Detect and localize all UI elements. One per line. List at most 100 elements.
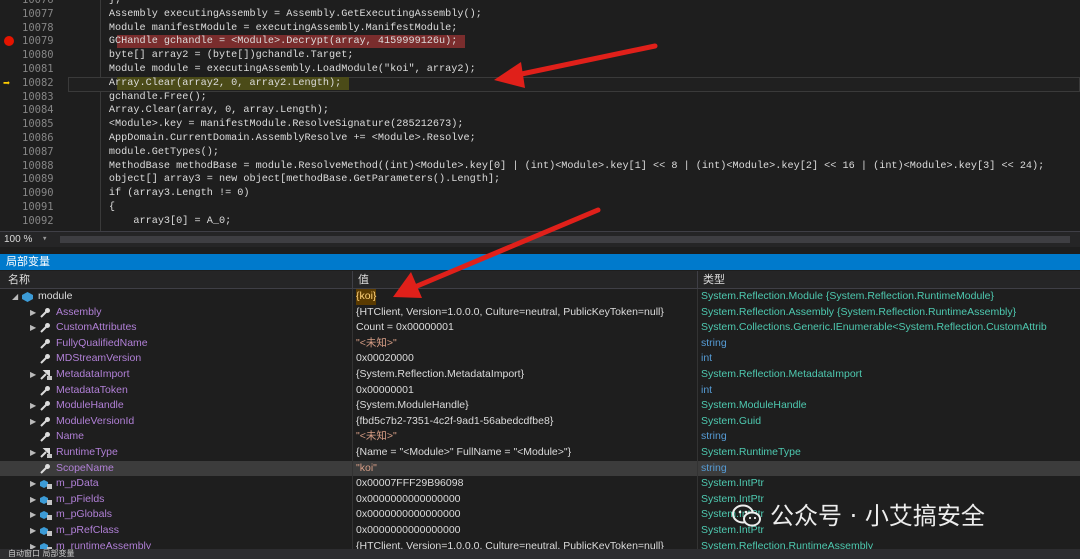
locals-row[interactable]: ▶ m_pData 0x00007FFF29B96098 System.IntPtr — [0, 476, 1080, 492]
expand-icon[interactable]: ▶ — [30, 320, 36, 336]
code-text[interactable]: object[] array3 = new object[methodBase.… — [60, 173, 500, 187]
code-text[interactable]: MethodBase methodBase = module.ResolveMe… — [60, 160, 1044, 174]
code-line[interactable]: 10085 <Module>.key = manifestModule.Reso… — [0, 118, 1080, 132]
variable-value[interactable]: "koi" — [356, 461, 377, 477]
code-text[interactable]: <Module>.key = manifestModule.ResolveSig… — [60, 118, 464, 132]
code-line[interactable]: ➡ 10082 Array.Clear(array2, 0, array2.Len… — [0, 76, 1080, 92]
locals-row[interactable]: ▶ RuntimeType {Name = "<Module>" FullName … — [0, 445, 1080, 461]
locals-row[interactable]: ◢ module {koi} System.Reflection.Module {Sy… — [0, 289, 1080, 305]
code-text[interactable]: Array.Clear(array, 0, array.Length); — [60, 104, 329, 118]
line-number: 10085 — [22, 118, 54, 131]
variable-value[interactable]: 0x0000000000000000 — [356, 507, 461, 523]
expand-icon[interactable]: ▶ — [30, 398, 36, 414]
expand-icon[interactable]: ▶ — [30, 492, 36, 508]
field-icon — [40, 526, 52, 536]
code-line[interactable]: 10077 Assembly executingAssembly = Assem… — [0, 8, 1080, 22]
code-line[interactable]: 10092 array3[0] = A_0; — [0, 215, 1080, 229]
column-divider[interactable] — [697, 271, 698, 288]
code-text[interactable]: AppDomain.CurrentDomain.AssemblyResolve … — [60, 132, 476, 146]
variable-value[interactable]: 0x00007FFF29B96098 — [356, 476, 463, 492]
code-line[interactable]: 10079 GCHandle gchandle = <Module>.Decry… — [0, 35, 1080, 49]
code-line[interactable]: 10091 { — [0, 201, 1080, 215]
code-line[interactable]: 10080 byte[] array2 = (byte[])gchandle.T… — [0, 49, 1080, 63]
variable-value[interactable]: "<未知>" — [356, 336, 397, 352]
column-divider — [352, 507, 353, 523]
column-divider — [697, 476, 698, 492]
column-divider — [697, 413, 698, 430]
variable-type: string — [701, 461, 727, 474]
expand-icon[interactable]: ▶ — [30, 445, 36, 461]
locals-row[interactable]: ScopeName "koi" string — [0, 460, 1080, 477]
variable-value[interactable]: 0x00020000 — [356, 351, 414, 367]
code-text[interactable]: Assembly executingAssembly = Assembly.Ge… — [60, 8, 482, 22]
column-header-value[interactable]: 值 — [358, 271, 369, 288]
code-text[interactable]: module.GetTypes(); — [60, 146, 219, 160]
locals-row[interactable]: ▶ Assembly {HTClient, Version=1.0.0.0, Cul… — [0, 304, 1080, 321]
expand-icon[interactable]: ▶ — [30, 414, 36, 430]
variable-value[interactable]: Count = 0x00000001 — [356, 320, 454, 336]
code-editor[interactable]: 10076 }; 10077 Assembly executingAssembly… — [0, 0, 1080, 231]
variable-name: MetadataImport — [56, 368, 130, 380]
locals-row[interactable]: MDStreamVersion 0x00020000 int — [0, 351, 1080, 367]
column-header-name[interactable]: 名称 — [8, 271, 30, 288]
column-divider — [352, 335, 353, 352]
expand-icon[interactable]: ▶ — [30, 305, 36, 321]
expand-icon[interactable]: ▶ — [30, 507, 36, 523]
locals-row[interactable]: ▶ ModuleHandle {System.ModuleHandle} System… — [0, 398, 1080, 414]
breakpoint-icon[interactable] — [4, 36, 14, 47]
code-line[interactable]: 10081 Module module = executingAssembly.… — [0, 63, 1080, 77]
variable-value[interactable]: "<未知>" — [356, 429, 397, 445]
variable-value[interactable]: {fbd5c7b2-7351-4c2f-9ad1-56abedcdfbe8} — [356, 414, 553, 430]
variable-value[interactable]: {Name = "<Module>" FullName = "<Module>"… — [356, 445, 571, 461]
line-number: 10078 — [22, 21, 54, 34]
variable-value[interactable]: {HTClient, Version=1.0.0.0, Culture=neut… — [356, 305, 664, 321]
code-text[interactable]: { — [60, 201, 115, 215]
expand-icon[interactable]: ▶ — [30, 367, 36, 383]
locals-window-title[interactable]: 局部变量 — [0, 254, 1080, 270]
horizontal-scrollbar[interactable] — [60, 236, 1070, 243]
locals-row[interactable]: MetadataToken 0x00000001 int — [0, 382, 1080, 399]
variable-name: ModuleVersionId — [56, 414, 135, 427]
variable-value[interactable]: 0x00000001 — [356, 383, 414, 399]
code-line[interactable]: 10090 if (array3.Length != 0) — [0, 187, 1080, 201]
code-text[interactable]: array3[0] = A_0; — [60, 215, 231, 229]
locals-row[interactable]: ▶ ModuleVersionId {fbd5c7b2-7351-4c2f-9ad1… — [0, 413, 1080, 430]
code-line[interactable]: 10087 module.GetTypes(); — [0, 146, 1080, 160]
code-line[interactable]: 10083 gchandle.Free(); — [0, 91, 1080, 105]
code-line[interactable]: 10084 Array.Clear(array, 0, array.Length… — [0, 104, 1080, 118]
code-text[interactable]: byte[] array2 = (byte[])gchandle.Target; — [60, 49, 354, 63]
code-text[interactable]: Array.Clear(array2, 0, array2.Length); — [60, 77, 341, 91]
expand-icon[interactable]: ▶ — [30, 523, 36, 539]
locals-row[interactable]: Name "<未知>" string — [0, 429, 1080, 445]
expand-icon[interactable]: ▶ — [30, 476, 36, 492]
variable-value[interactable]: {koi} — [356, 289, 377, 305]
variable-value[interactable]: {System.Reflection.MetadataImport} — [356, 367, 524, 383]
locals-row[interactable]: ▶ MetadataImport {System.Reflection.Metada… — [0, 367, 1080, 383]
instruction-pointer-icon[interactable]: ➡ — [3, 76, 10, 90]
code-line[interactable]: 10076 }; — [0, 0, 1080, 8]
zoom-level[interactable]: 100 % — [4, 232, 32, 247]
column-divider[interactable] — [352, 271, 353, 288]
zoom-dropdown-icon[interactable]: ▾ — [42, 232, 47, 247]
column-header-type[interactable]: 类型 — [703, 271, 725, 288]
locals-row[interactable]: FullyQualifiedName "<未知>" string — [0, 335, 1080, 352]
variable-value[interactable]: {System.ModuleHandle} — [356, 398, 469, 414]
column-divider — [697, 289, 698, 305]
code-text[interactable]: gchandle.Free(); — [60, 91, 207, 105]
code-text[interactable]: GCHandle gchandle = <Module>.Decrypt(arr… — [60, 35, 457, 49]
code-text[interactable]: Module module = executingAssembly.LoadMo… — [60, 63, 476, 77]
collapse-icon[interactable]: ◢ — [12, 289, 18, 305]
code-line[interactable]: 10086 AppDomain.CurrentDomain.AssemblyRe… — [0, 132, 1080, 146]
code-text[interactable]: if (array3.Length != 0) — [60, 187, 250, 201]
locals-row[interactable]: ▶ CustomAttributes Count = 0x00000001 Syste… — [0, 320, 1080, 336]
variable-value[interactable]: 0x0000000000000000 — [356, 523, 461, 539]
variable-value[interactable]: 0x0000000000000000 — [356, 492, 461, 508]
line-number: 10076 — [22, 0, 54, 6]
code-text[interactable]: }; — [60, 0, 121, 8]
code-line[interactable]: 10078 Module manifestModule = executingA… — [0, 22, 1080, 36]
code-text[interactable]: Module manifestModule = executingAssembl… — [60, 22, 457, 36]
code-line[interactable]: 10089 object[] array3 = new object[metho… — [0, 173, 1080, 187]
bottom-tabs-text[interactable]: 自动窗口 局部变量 — [8, 549, 75, 559]
code-line[interactable]: 10088 MethodBase methodBase = module.Res… — [0, 160, 1080, 174]
line-number: 10077 — [22, 7, 54, 20]
